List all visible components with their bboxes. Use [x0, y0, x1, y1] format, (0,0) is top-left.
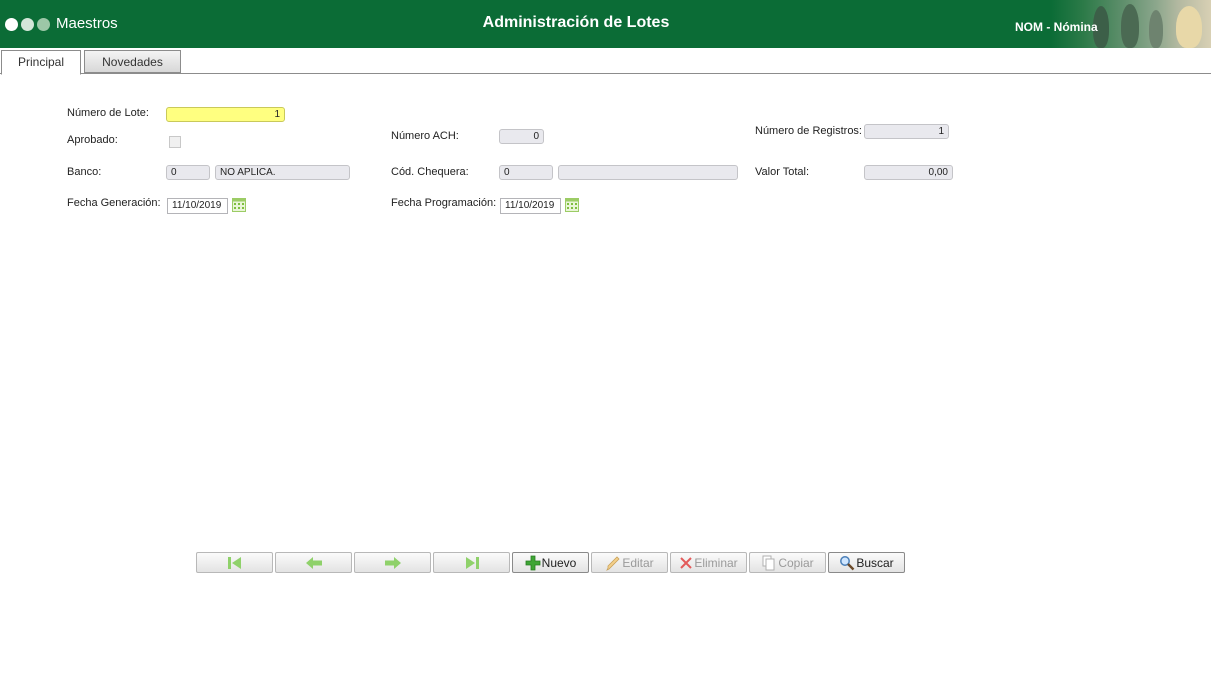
plus-icon	[525, 555, 541, 570]
valor-total-label: Valor Total:	[755, 166, 810, 178]
numero-registros-label: Número de Registros:	[755, 125, 862, 137]
previous-record-button[interactable]	[275, 552, 352, 573]
buscar-label: Buscar	[856, 555, 894, 570]
tab-principal[interactable]: Principal	[1, 50, 81, 75]
nuevo-label: Nuevo	[541, 555, 577, 570]
person-figure	[1149, 10, 1163, 48]
valor-total-field[interactable]: 0,00	[864, 165, 953, 180]
eliminar-label: Eliminar	[694, 555, 738, 570]
calendar-icon[interactable]	[565, 198, 579, 212]
calendar-icon[interactable]	[232, 198, 246, 212]
aprobado-label: Aprobado:	[67, 134, 118, 146]
module-label: NOM - Nómina	[1015, 20, 1098, 34]
person-figure	[1176, 6, 1202, 48]
nuevo-button[interactable]: Nuevo	[512, 552, 589, 573]
aprobado-checkbox[interactable]	[169, 136, 181, 148]
copy-icon	[762, 555, 775, 570]
cod-chequera-label: Cód. Chequera:	[391, 166, 469, 178]
numero-lote-field[interactable]: 1	[166, 107, 285, 122]
editar-button[interactable]: Editar	[591, 552, 668, 573]
editar-label: Editar	[622, 555, 654, 570]
cod-chequera-code-field[interactable]: 0	[499, 165, 553, 180]
next-record-button[interactable]	[354, 552, 431, 573]
fecha-programacion-label: Fecha Programación:	[391, 197, 497, 209]
cod-chequera-name-field[interactable]	[558, 165, 738, 180]
first-record-icon	[227, 556, 241, 569]
pencil-icon	[606, 555, 620, 571]
fecha-generacion-field[interactable]: 11/10/2019	[167, 198, 228, 214]
numero-ach-label: Número ACH:	[391, 130, 459, 142]
banco-label: Banco:	[67, 166, 102, 178]
delete-x-icon	[680, 556, 693, 569]
copiar-button[interactable]: Copiar	[749, 552, 826, 573]
buscar-button[interactable]: Buscar	[828, 552, 905, 573]
last-record-button[interactable]	[433, 552, 510, 573]
tab-strip: Principal Novedades	[0, 48, 1211, 75]
arrow-left-icon	[305, 556, 322, 569]
fecha-programacion-field[interactable]: 11/10/2019	[500, 198, 561, 214]
first-record-button[interactable]	[196, 552, 273, 573]
fecha-generacion-label: Fecha Generación:	[67, 197, 161, 209]
eliminar-button[interactable]: Eliminar	[670, 552, 747, 573]
arrow-right-icon	[384, 556, 401, 569]
copiar-label: Copiar	[778, 555, 814, 570]
page-title: Administración de Lotes	[482, 14, 670, 31]
last-record-icon	[465, 556, 479, 569]
numero-registros-field[interactable]: 1	[864, 124, 949, 139]
banco-name-field[interactable]: NO APLICA.	[215, 165, 350, 180]
magnifier-icon	[840, 555, 855, 570]
person-figure	[1121, 4, 1139, 48]
tab-novedades[interactable]: Novedades	[84, 50, 181, 73]
numero-ach-field[interactable]: 0	[499, 129, 544, 144]
app-header: Maestros Administración de Lotes NOM - N…	[0, 0, 1211, 48]
numero-lote-label: Número de Lote:	[67, 107, 149, 119]
banco-code-field[interactable]: 0	[166, 165, 210, 180]
